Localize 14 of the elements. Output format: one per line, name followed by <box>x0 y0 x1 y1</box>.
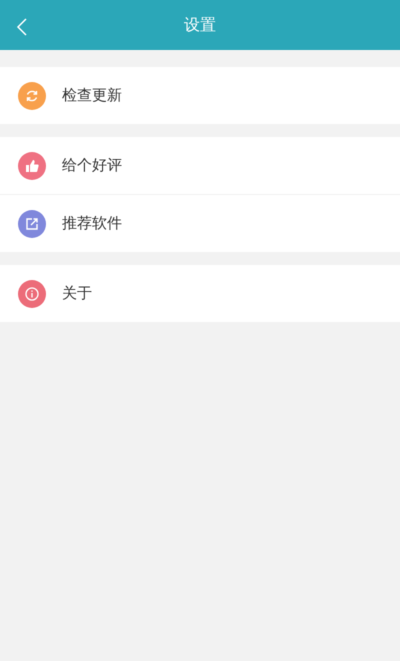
row-label: 关于 <box>62 283 92 304</box>
row-label: 给个好评 <box>62 155 122 176</box>
info-icon <box>25 286 39 300</box>
settings-row[interactable]: 检查更新 <box>0 67 400 124</box>
thumbs-up-icon <box>25 158 39 172</box>
settings-row[interactable]: 关于 <box>0 265 400 322</box>
settings-row[interactable]: 给个好评 <box>0 137 400 194</box>
page-title: 设置 <box>184 14 216 36</box>
refresh-icon <box>25 88 39 102</box>
share-icon <box>25 216 39 230</box>
row-label: 检查更新 <box>62 85 122 106</box>
back-icon[interactable] <box>16 17 28 37</box>
row-label: 推荐软件 <box>62 213 122 234</box>
settings-row[interactable]: 推荐软件 <box>0 195 400 252</box>
